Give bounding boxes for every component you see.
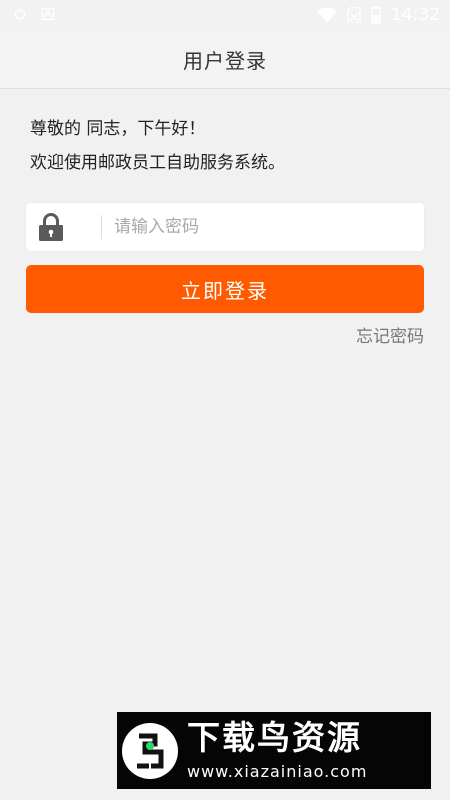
no-sim-icon — [347, 7, 361, 23]
watermark-url: www.xiazainiao.com — [187, 762, 368, 781]
password-field[interactable] — [26, 203, 424, 251]
password-input[interactable] — [114, 203, 414, 251]
field-divider — [101, 215, 102, 239]
greeting-line-1: 尊敬的 同志，下午好！ — [30, 119, 206, 139]
alarm-icon — [14, 9, 26, 20]
battery-icon — [371, 6, 381, 24]
forgot-password-link[interactable]: 忘记密码 — [356, 322, 424, 347]
status-bar: 14:32 — [0, 0, 450, 30]
bird-logo-icon — [122, 723, 178, 779]
wifi-icon — [317, 7, 337, 23]
page-title: 用户登录 — [183, 48, 267, 73]
greeting: 尊敬的 同志，下午好！ 欢迎使用邮政员工自助服务系统。 — [30, 112, 285, 180]
status-time: 14:32 — [391, 5, 440, 25]
lock-icon — [38, 212, 64, 242]
login-button[interactable]: 立即登录 — [26, 265, 424, 313]
app-header: 用户登录 — [0, 30, 450, 89]
greeting-line-2: 欢迎使用邮政员工自助服务系统。 — [30, 153, 285, 173]
status-left-icons — [14, 8, 54, 20]
a-notification-icon — [42, 8, 54, 20]
watermark-banner: 下载鸟资源 www.xiazainiao.com — [117, 712, 431, 789]
status-right-icons: 14:32 — [317, 5, 440, 25]
watermark-title: 下载鸟资源 — [187, 718, 362, 757]
